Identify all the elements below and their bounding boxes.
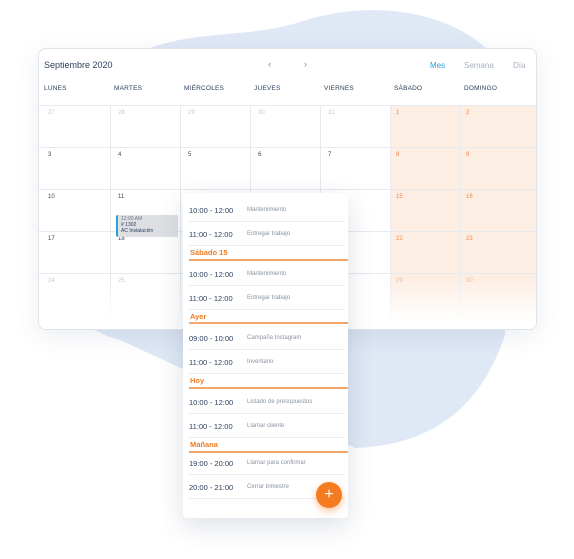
- view-month-button[interactable]: Mes: [430, 61, 445, 70]
- agenda-time: 10:00 - 12:00: [189, 270, 234, 279]
- agenda-task: Llamar cliente: [247, 423, 285, 429]
- day-cell[interactable]: 29: [188, 110, 195, 116]
- agenda-item[interactable]: 10:00 - 12:00 Mantenimiento: [189, 263, 345, 286]
- agenda-panel: 10:00 - 12:00 Mantenimiento 11:00 - 12:0…: [183, 193, 348, 518]
- agenda-task: Inventario: [247, 359, 274, 365]
- view-week-button[interactable]: Semana: [464, 61, 494, 70]
- agenda-task: Entregar trabajo: [247, 295, 291, 301]
- agenda-time: 11:00 - 12:00: [189, 358, 233, 367]
- weekday-header: MARTES: [114, 85, 143, 92]
- day-cell[interactable]: 31: [328, 110, 335, 116]
- agenda-item[interactable]: 19:00 - 20:00 Llamar para confirmar: [189, 452, 345, 475]
- agenda-task: Mantenimiento: [247, 271, 287, 277]
- agenda-task: Entregar trabajo: [247, 231, 291, 237]
- day-cell[interactable]: 28: [118, 110, 125, 116]
- next-month-button[interactable]: ›: [304, 59, 307, 69]
- agenda-time: 11:00 - 12:00: [189, 230, 233, 239]
- agenda-time: 10:00 - 12:00: [189, 206, 234, 215]
- day-cell[interactable]: 7: [328, 152, 331, 158]
- section-divider: [189, 259, 348, 261]
- day-cell[interactable]: 15: [396, 194, 403, 200]
- agenda-section-header: Sábado 15: [190, 248, 228, 257]
- day-cell[interactable]: 9: [466, 152, 469, 158]
- day-cell[interactable]: 4: [118, 152, 121, 158]
- agenda-item[interactable]: 11:00 - 12:00 Llamar cliente: [189, 415, 345, 438]
- agenda-item[interactable]: 10:00 - 12:00 Listado de presupuestos: [189, 391, 345, 414]
- day-cell[interactable]: 2: [466, 110, 469, 116]
- day-cell[interactable]: 27: [48, 110, 55, 116]
- section-divider: [189, 387, 348, 389]
- agenda-section-header: Mañana: [190, 440, 218, 449]
- agenda-time: 20:00 - 21:00: [189, 483, 234, 492]
- agenda-section-header: Ayer: [190, 312, 207, 321]
- day-cell[interactable]: 30: [258, 110, 265, 116]
- agenda-item[interactable]: 11:00 - 12:00 Inventario: [189, 351, 345, 374]
- weekday-header: DOMINGO: [464, 85, 498, 92]
- calendar-event[interactable]: 12:00 AM # 1302 AC Instalación: [116, 215, 178, 237]
- agenda-task: Campaña Instagram: [247, 335, 302, 341]
- weekday-header: JUEVES: [254, 85, 281, 92]
- day-cell[interactable]: 10: [48, 194, 55, 200]
- day-cell[interactable]: 1: [396, 110, 399, 116]
- agenda-item[interactable]: 11:00 - 12:00 Entregar trabajo: [189, 287, 345, 310]
- agenda-time: 11:00 - 12:00: [189, 294, 233, 303]
- weekday-header: SÁBADO: [394, 85, 423, 92]
- day-cell[interactable]: 3: [48, 152, 51, 158]
- day-cell[interactable]: 23: [466, 236, 473, 242]
- day-cell[interactable]: 16: [466, 194, 473, 200]
- weekday-header: VIERNES: [324, 85, 354, 92]
- day-cell[interactable]: 11: [118, 194, 124, 200]
- agenda-item[interactable]: 11:00 - 12:00 Entregar trabajo: [189, 223, 345, 246]
- day-cell[interactable]: 8: [396, 152, 399, 158]
- agenda-item[interactable]: 10:00 - 12:00 Mantenimiento: [189, 199, 345, 222]
- view-day-button[interactable]: Día: [513, 61, 525, 70]
- day-cell[interactable]: 5: [188, 152, 191, 158]
- day-cell[interactable]: 22: [396, 236, 403, 242]
- agenda-section-header: Hoy: [190, 376, 205, 385]
- agenda-task: Cerrar trimestre: [247, 484, 290, 490]
- agenda-time: 11:00 - 12:00: [189, 422, 233, 431]
- agenda-task: Mantenimiento: [247, 207, 287, 213]
- agenda-item[interactable]: 09:00 - 10:00 Campaña Instagram: [189, 327, 345, 350]
- weekday-header: MIÉRCOLES: [184, 85, 225, 92]
- agenda-task: Llamar para confirmar: [247, 460, 306, 466]
- day-cell[interactable]: 6: [258, 152, 261, 158]
- agenda-task: Listado de presupuestos: [247, 399, 313, 405]
- agenda-time: 10:00 - 12:00: [189, 398, 234, 407]
- prev-month-button[interactable]: ‹: [268, 59, 271, 69]
- event-name: AC Instalación: [121, 228, 154, 234]
- day-cell[interactable]: 17: [48, 236, 55, 242]
- section-divider: [189, 322, 348, 324]
- agenda-time: 09:00 - 10:00: [189, 334, 234, 343]
- add-event-button[interactable]: +: [316, 482, 342, 508]
- weekday-header: LUNES: [44, 85, 67, 92]
- month-title: Septiembre 2020: [44, 60, 113, 70]
- agenda-time: 19:00 - 20:00: [189, 459, 234, 468]
